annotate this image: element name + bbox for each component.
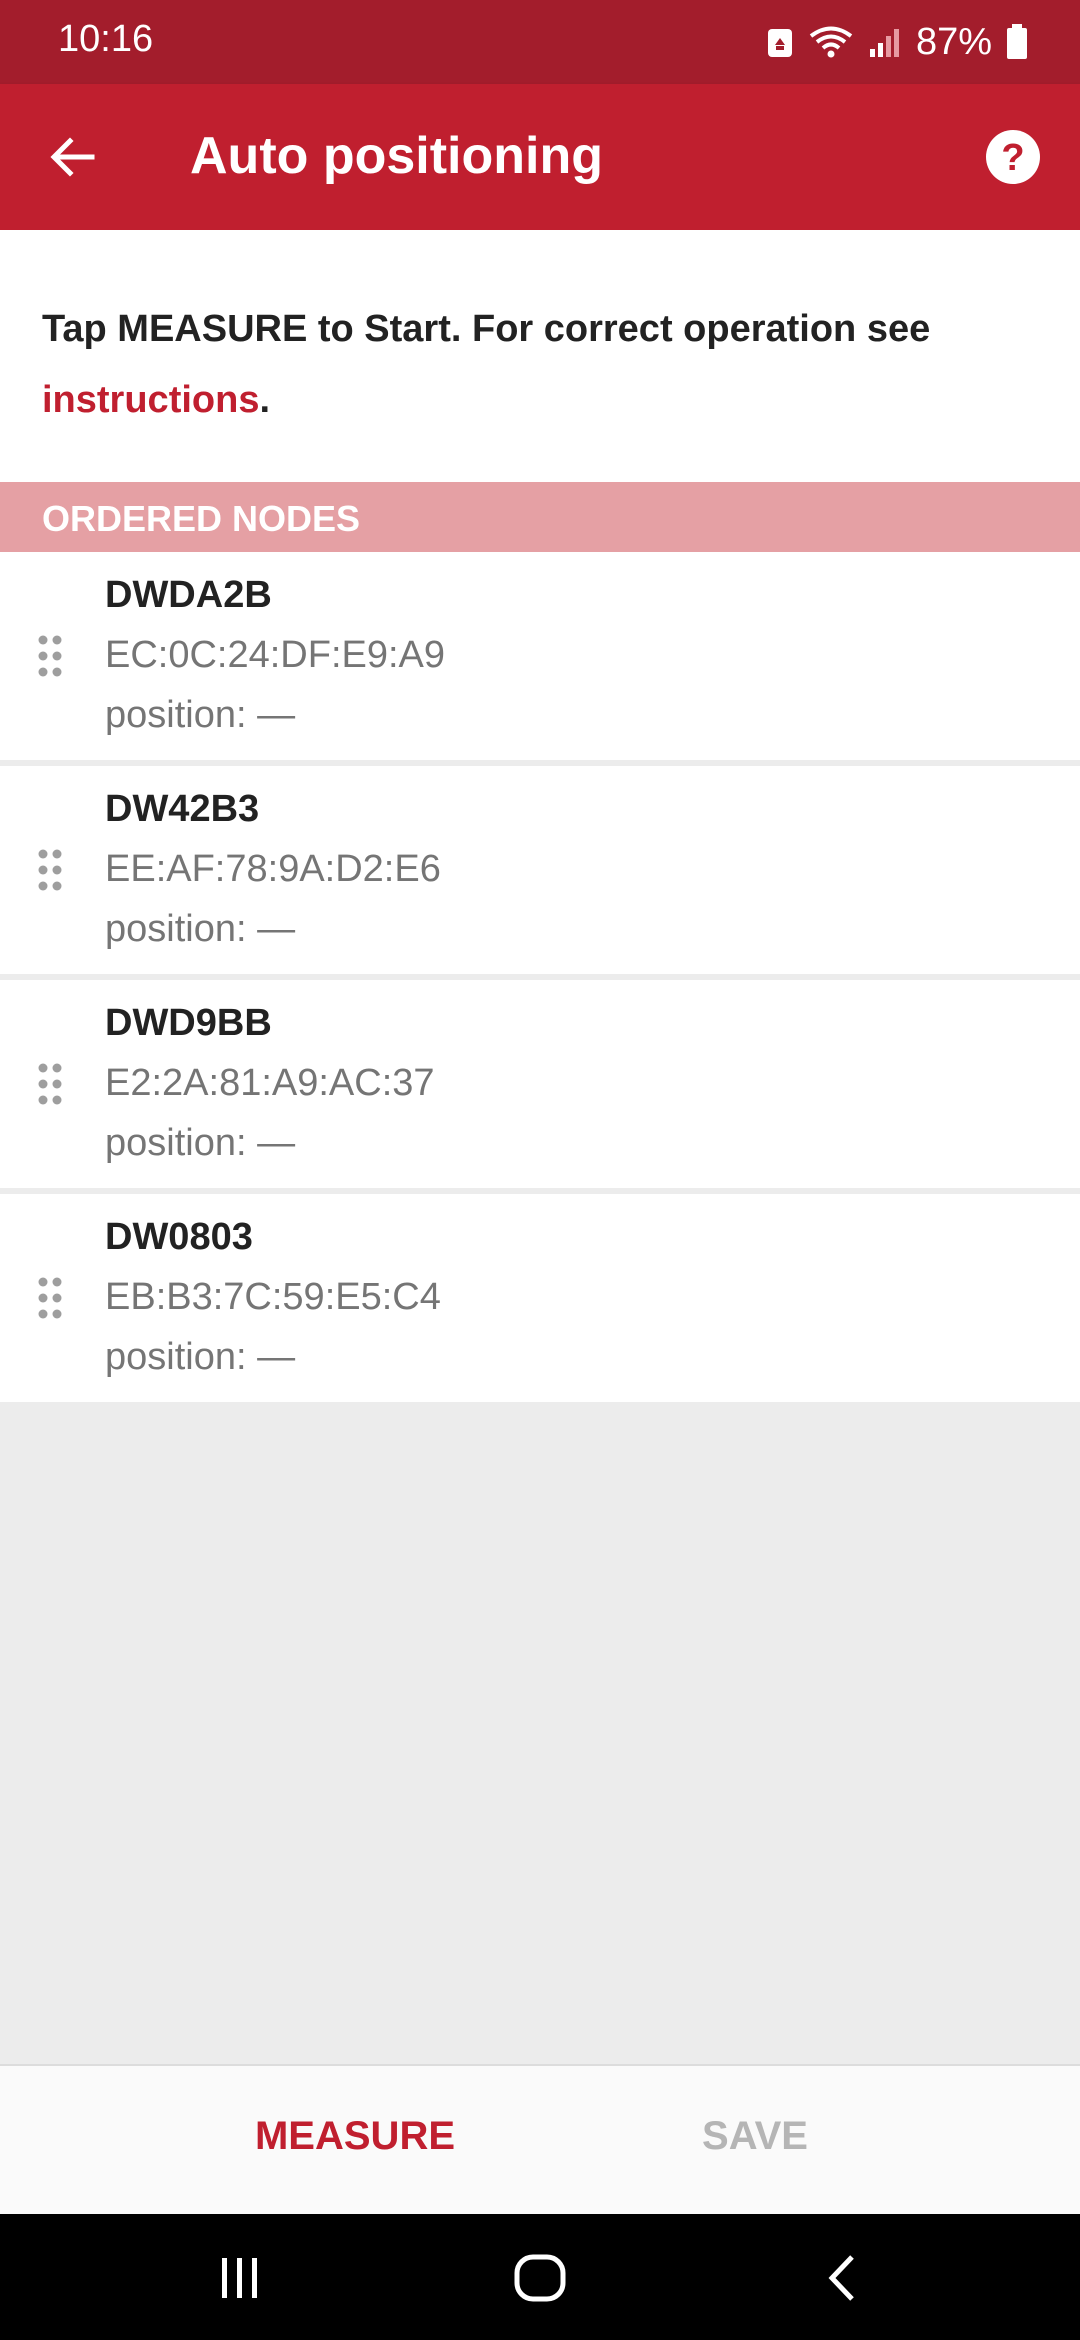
list-item[interactable]: DWD9BB E2:2A:81:A9:AC:37 position: — [0, 980, 1080, 1188]
node-mac-address: EB:B3:7C:59:E5:C4 [105, 1276, 441, 1318]
drag-handle-icon[interactable] [34, 1060, 66, 1108]
node-list: DWDA2B EC:0C:24:DF:E9:A9 position: — DW4… [0, 552, 1080, 1402]
node-position: position: — [105, 908, 296, 950]
battery-icon [1007, 24, 1027, 59]
drag-handle-icon[interactable] [34, 632, 66, 680]
node-position: position: — [105, 1336, 296, 1378]
status-icons: 87% [766, 18, 1028, 66]
arrow-left-icon [50, 137, 95, 177]
recycle-notification-icon [767, 29, 792, 57]
page-title: Auto positioning [190, 127, 604, 185]
drag-handle-icon[interactable] [34, 1274, 66, 1322]
measure-button[interactable]: MEASURE [240, 2114, 470, 2159]
system-navigation-bar [0, 2214, 1080, 2340]
instructions-link[interactable]: instructions [42, 379, 259, 421]
chevron-left-icon [828, 2255, 854, 2301]
bottom-action-bar: MEASURE SAVE [0, 2064, 1080, 2214]
status-bar: 10:16 87% [0, 0, 1080, 84]
system-back-button[interactable] [812, 2250, 872, 2306]
app-bar: Auto positioning ? [0, 84, 1080, 230]
home-button[interactable] [508, 2250, 572, 2306]
node-position: position: — [105, 1122, 296, 1164]
list-item[interactable]: DW0803 EB:B3:7C:59:E5:C4 position: — [0, 1194, 1080, 1402]
signal-icon [869, 29, 899, 57]
drag-handle-icon[interactable] [34, 846, 66, 894]
help-button[interactable]: ? [976, 120, 1050, 194]
node-position: position: — [105, 694, 296, 736]
help-circle-icon: ? [986, 130, 1040, 184]
node-name: DW42B3 [105, 788, 260, 830]
back-button[interactable] [36, 121, 108, 193]
list-item[interactable]: DWDA2B EC:0C:24:DF:E9:A9 position: — [0, 552, 1080, 760]
instructions-panel: Tap MEASURE to Start. For correct operat… [0, 230, 1080, 482]
recent-apps-button[interactable] [210, 2250, 270, 2306]
node-name: DW0803 [105, 1216, 253, 1258]
recent-apps-icon [222, 2258, 257, 2298]
list-item[interactable]: DW42B3 EE:AF:78:9A:D2:E6 position: — [0, 766, 1080, 974]
node-name: DWDA2B [105, 574, 272, 616]
save-button[interactable]: SAVE [650, 2114, 860, 2159]
wifi-icon [809, 26, 853, 58]
node-mac-address: EE:AF:78:9A:D2:E6 [105, 848, 441, 890]
status-time: 10:16 [58, 18, 154, 60]
instructions-prefix: Tap MEASURE to Start. For correct operat… [42, 308, 931, 350]
battery-percent: 87% [915, 20, 992, 63]
home-icon [514, 2254, 566, 2302]
instructions-text: Tap MEASURE to Start. For correct operat… [42, 294, 1042, 436]
instructions-suffix: . [259, 379, 271, 421]
section-header-ordered-nodes: ORDERED NODES [0, 482, 1080, 552]
node-name: DWD9BB [105, 1002, 272, 1044]
node-mac-address: EC:0C:24:DF:E9:A9 [105, 634, 446, 676]
node-mac-address: E2:2A:81:A9:AC:37 [105, 1062, 435, 1104]
svg-text:?: ? [1001, 137, 1024, 179]
